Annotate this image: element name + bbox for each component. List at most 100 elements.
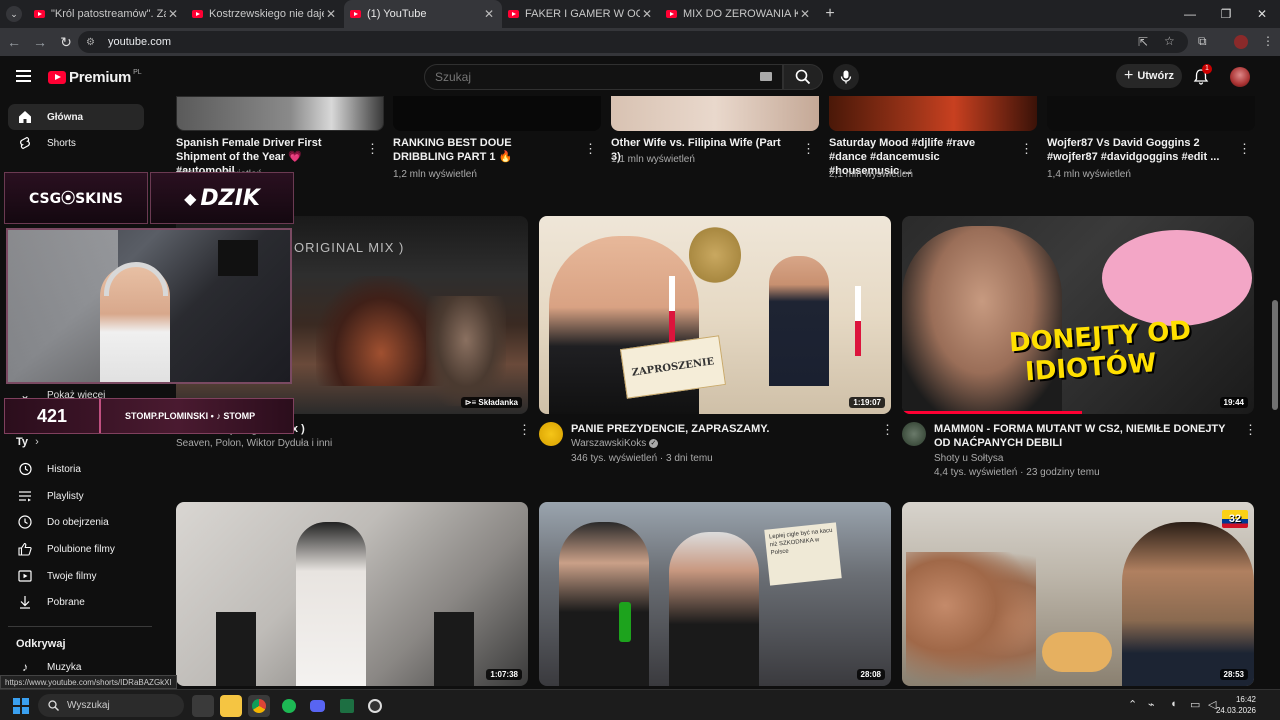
account-avatar[interactable] [1230,67,1250,87]
shorts-views: 1,2 mln wyświetleń [393,169,477,180]
chrome-icon[interactable] [248,695,270,717]
more-vert-icon[interactable]: ⋮ [1020,141,1033,157]
tab-search-button[interactable]: ⌄ [0,0,28,28]
notifications-button[interactable]: 1 [1192,64,1212,86]
install-app-icon[interactable]: ⇱ [1138,35,1148,49]
chevron-up-icon[interactable]: ⌃ [1128,698,1137,711]
close-window-icon[interactable]: ✕ [1244,0,1280,28]
page-scrollbar-thumb[interactable] [1272,300,1278,410]
sidebar-item-watch-later[interactable]: Do obejrzenia [8,509,144,535]
sidebar-item-label: Muzyka [47,661,82,673]
shorts-thumbnail[interactable] [611,96,819,131]
obs-icon[interactable] [364,695,386,717]
sidebar-item-label: Shorts [47,137,76,149]
reload-icon[interactable]: ↻ [54,30,78,54]
browser-tab[interactable]: "Król patostreamów". Zarabia s✕ [28,0,186,28]
women-image [906,552,1036,686]
taskbar-clock[interactable]: 16:42 24.03.2026 [1216,694,1256,716]
sidebar-item-home[interactable]: Główna [8,104,144,130]
voice-search-button[interactable] [833,64,859,90]
sidebar-item-playlists[interactable]: Playlisty [8,483,144,509]
menu-hamburger-icon[interactable] [16,70,31,85]
video-thumbnail[interactable]: Lepiej cigle być na kacu niż SZKODNIKA w… [539,502,891,686]
browser-tab[interactable]: FAKER I GAMER W OGNIU | UFC✕ [502,0,660,28]
minimize-icon[interactable]: — [1172,0,1208,28]
close-icon[interactable]: ✕ [166,7,180,21]
shorts-thumbnail[interactable] [393,96,601,131]
channel-name[interactable]: Seaven, Polon, Wiktor Dyduła i inni [176,438,332,449]
network-icon[interactable]: ⌁ [1148,698,1155,711]
you-heading-label: Ty [16,436,29,448]
channel-avatar[interactable] [539,422,563,446]
more-vert-icon[interactable]: ⋮ [1244,422,1257,438]
channel-row[interactable]: WarszawskiKoks ✓ [571,438,658,449]
more-vert-icon[interactable]: ⋮ [584,141,597,157]
file-explorer-icon[interactable] [220,695,242,717]
close-icon[interactable]: ✕ [482,7,496,21]
task-view-icon[interactable] [192,695,214,717]
video-title[interactable]: PANIE PREZYDENCIE, ZAPRASZAMY. [571,422,871,436]
youtube-premium-logo[interactable]: Premium PL [48,69,142,86]
site-info-icon[interactable]: ⚙ [86,37,100,48]
bookmark-star-icon[interactable]: ☆ [1164,34,1175,48]
browser-tab[interactable]: Kostrzewskiego nie daje za wyg✕ [186,0,344,28]
video-thumbnail[interactable]: 1:07:38 [176,502,528,686]
more-vert-icon[interactable]: ⋮ [518,422,531,438]
you-section-heading[interactable]: Ty › [16,436,39,448]
microphone-tray-icon[interactable]: ◖ [1170,698,1177,710]
search-button[interactable] [783,64,823,90]
close-icon[interactable]: ✕ [798,7,812,21]
back-arrow-icon[interactable]: ← [2,30,26,54]
keyboard-icon[interactable] [760,72,772,81]
sidebar-item-downloads[interactable]: Pobrane [8,589,144,615]
profile-avatar[interactable] [1234,35,1248,49]
video-duration: 28:53 [1219,669,1248,680]
discord-icon[interactable] [306,695,328,717]
more-menu-icon[interactable]: ⋮ [1262,34,1274,48]
shorts-title[interactable]: RANKING BEST DOUE DRIBBLING PART 1 🔥 [393,136,573,164]
main-feed: Spanish Female Driver First Shipment of … [160,96,1280,686]
sidebar-divider [8,626,152,627]
channel-name[interactable]: Shoty u Sołtysa [934,453,1003,464]
more-vert-icon[interactable]: ⋮ [881,422,894,438]
close-icon[interactable]: ✕ [640,7,654,21]
search-input[interactable] [435,70,735,84]
video-thumbnail[interactable]: DONEJTY OD IDIOTÓW 19:44 [902,216,1254,414]
browser-tab[interactable]: MIX DO ZEROWANIA KAKTUSÓ✕ [660,0,818,28]
video-thumbnail[interactable]: 32 28:53 [902,502,1254,686]
youtube-favicon-icon [508,10,519,18]
more-vert-icon[interactable]: ⋮ [1238,141,1251,157]
sidebar-item-liked[interactable]: Polubione filmy [8,536,144,562]
shorts-views: 2,1 mln wyświetleń [829,169,913,180]
excel-icon[interactable] [336,695,358,717]
extensions-icon[interactable]: ⧉ [1198,34,1207,49]
sidebar-item-label: Główna [47,111,84,123]
channel-avatar[interactable] [902,422,926,446]
channel-name[interactable]: WarszawskiKoks [571,438,646,449]
more-vert-icon[interactable]: ⋮ [802,141,815,157]
sidebar-item-shorts[interactable]: Shorts [8,130,144,156]
sidebar-item-label: Do obejrzenia [47,516,109,528]
protest-sign: Lepiej cigle być na kacu niż SZKODNIKA w… [764,522,842,586]
flag-image [669,276,675,346]
spotify-icon[interactable] [278,695,300,717]
windows-start-icon[interactable] [13,698,29,714]
browser-tab-active[interactable]: (1) YouTube ✕ [344,0,502,28]
url-field[interactable]: ⚙ youtube.com ⇱ ☆ [78,31,1188,53]
shorts-thumbnail[interactable] [829,96,1037,131]
sidebar-item-your-videos[interactable]: Twoje filmy [8,563,144,589]
create-button[interactable]: + Utwórz [1116,64,1182,88]
more-vert-icon[interactable]: ⋮ [366,141,379,157]
shorts-thumbnail[interactable] [176,96,384,131]
new-tab-button[interactable]: + [818,5,842,23]
restore-icon[interactable]: ❐ [1208,0,1244,28]
sidebar-item-history[interactable]: Historia [8,456,144,482]
video-thumbnail[interactable]: ZAPROSZENIE 1:19:07 [539,216,891,414]
taskbar-search[interactable]: Wyszukaj [38,694,184,717]
video-title[interactable]: MAMM0N - FORMA MUTANT W CS2, NIEMIŁE DON… [934,422,1234,450]
close-icon[interactable]: ✕ [324,7,338,21]
shorts-title[interactable]: Wojfer87 Vs David Goggins 2 #wojfer87 #d… [1047,136,1227,164]
forward-arrow-icon[interactable]: → [28,30,52,54]
shorts-thumbnail[interactable] [1047,96,1255,131]
display-icon[interactable]: ▭ [1190,698,1200,711]
